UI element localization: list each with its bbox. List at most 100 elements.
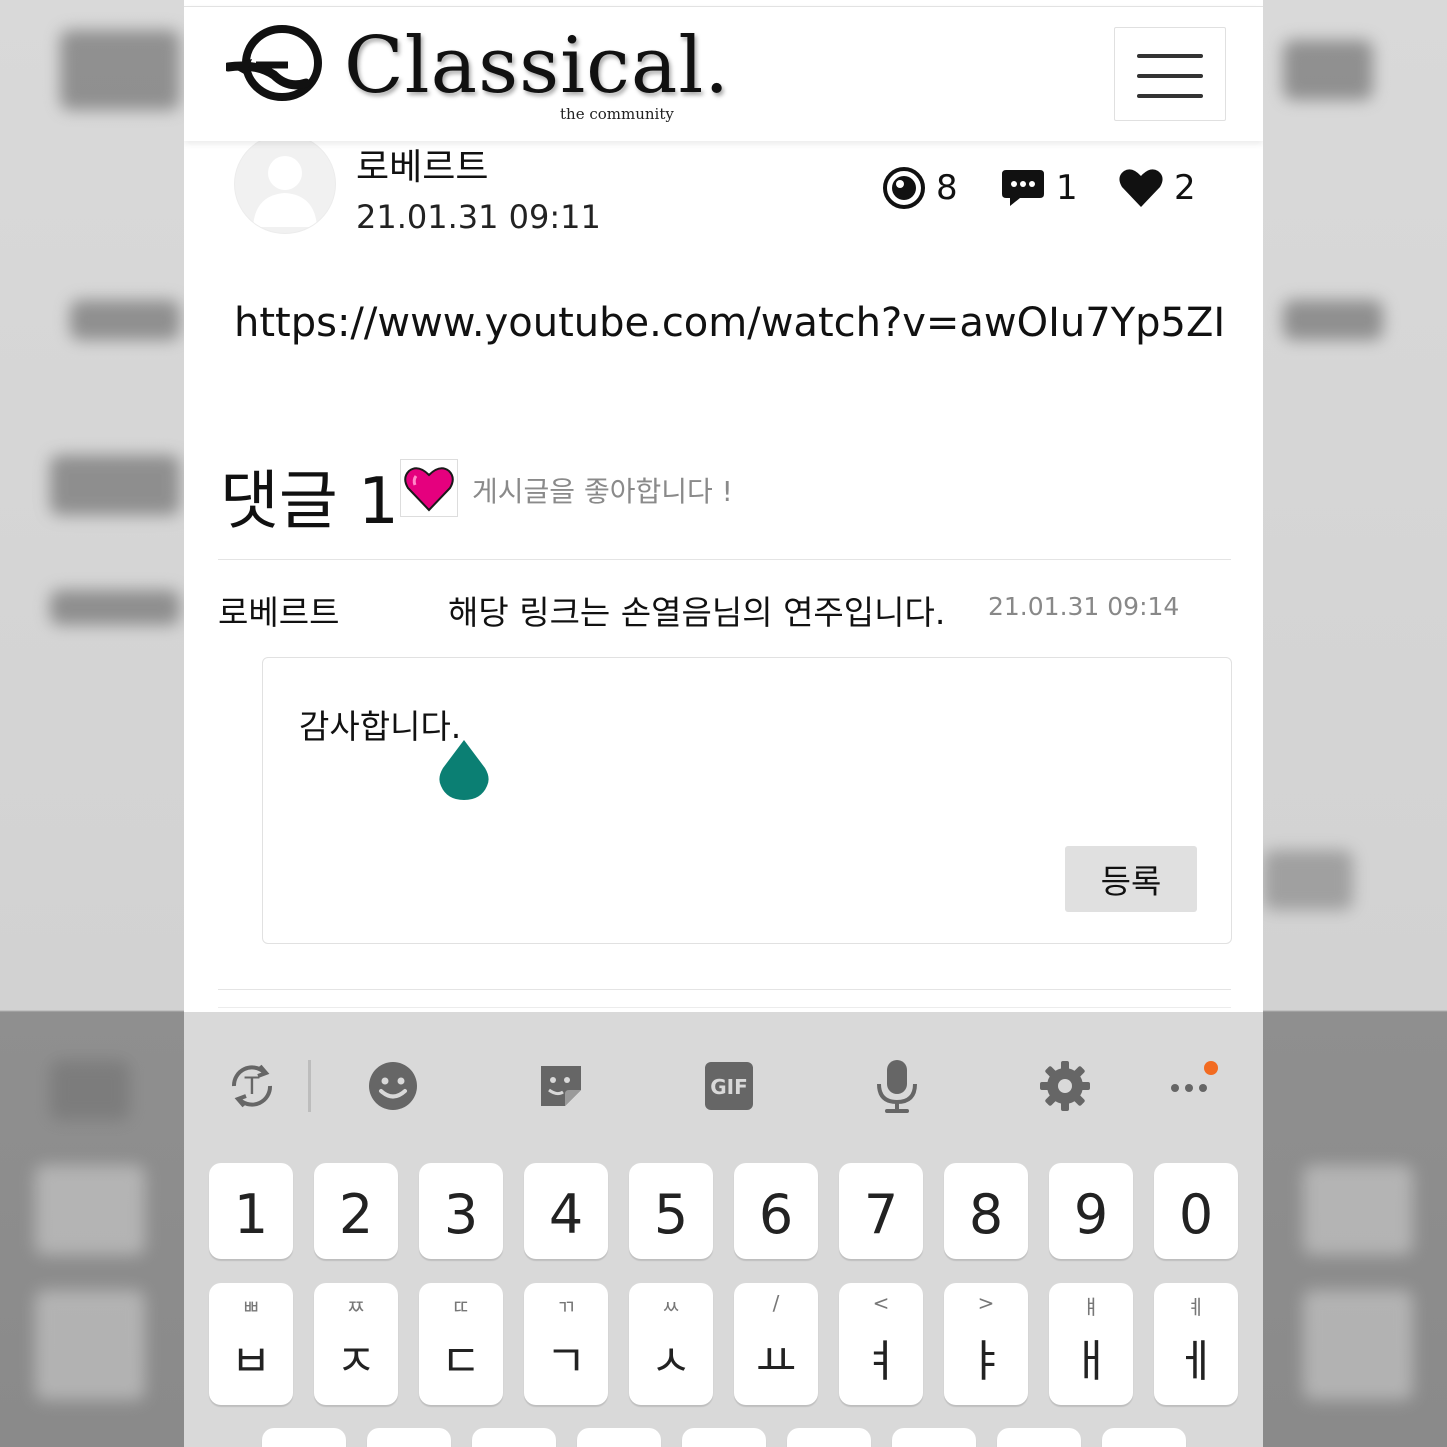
key-4[interactable]: 4 bbox=[524, 1163, 608, 1259]
keyboard-key[interactable] bbox=[997, 1428, 1081, 1447]
background-blur-left bbox=[0, 0, 184, 1447]
comment-text: 해당 링크는 손열음님의 연주입니다. bbox=[448, 593, 946, 632]
post-body-link[interactable]: https://www.youtube.com/watch?v=awOIu7Yp… bbox=[234, 300, 1225, 346]
key-label: 2 bbox=[338, 1183, 374, 1246]
key-ㅂ[interactable]: ㅃㅂ bbox=[209, 1283, 293, 1405]
more-icon[interactable] bbox=[1163, 1058, 1219, 1114]
sticker-icon[interactable] bbox=[533, 1058, 589, 1114]
keyboard-key[interactable] bbox=[577, 1428, 661, 1447]
key-secondary-label: ㄲ bbox=[556, 1295, 576, 1319]
key-ㅛ[interactable]: / ㅛ bbox=[734, 1283, 818, 1405]
key-label: 1 bbox=[233, 1183, 269, 1246]
phone-screen: Classical. the community 로베르트 21.01.31 0… bbox=[184, 0, 1263, 1447]
key-ㅔ[interactable]: ㅖㅔ bbox=[1154, 1283, 1238, 1405]
hamburger-menu-button[interactable] bbox=[1114, 27, 1226, 121]
keyboard-key[interactable] bbox=[682, 1428, 766, 1447]
key-3[interactable]: 3 bbox=[419, 1163, 503, 1259]
comment-author[interactable]: 로베르트 bbox=[218, 586, 339, 634]
key-ㅕ[interactable]: < ㅕ bbox=[839, 1283, 923, 1405]
key-0[interactable]: 0 bbox=[1154, 1163, 1238, 1259]
key-secondary-label: ㅆ bbox=[661, 1295, 681, 1319]
emoji-icon[interactable] bbox=[365, 1058, 421, 1114]
menu-bar-icon bbox=[1137, 74, 1203, 78]
eye-icon bbox=[883, 167, 925, 209]
settings-icon[interactable] bbox=[1037, 1058, 1093, 1114]
key-label: 0 bbox=[1178, 1183, 1214, 1246]
key-label: ㅂ bbox=[230, 1336, 272, 1387]
site-header: Classical. the community bbox=[184, 6, 1263, 141]
like-prompt[interactable]: 게시글을 좋아합니다 ! bbox=[472, 470, 733, 510]
key-label: 8 bbox=[968, 1183, 1004, 1246]
key-secondary-label: > bbox=[977, 1291, 995, 1315]
post-timestamp: 21.01.31 09:11 bbox=[356, 198, 601, 236]
reply-input[interactable]: 감사합니다. 등록 bbox=[262, 657, 1232, 944]
comment-timestamp: 21.01.31 09:14 bbox=[988, 592, 1180, 621]
key-label: ㅛ bbox=[755, 1336, 797, 1387]
user-silhouette-icon bbox=[253, 156, 317, 227]
key-6[interactable]: 6 bbox=[734, 1163, 818, 1259]
key-label: 3 bbox=[443, 1183, 479, 1246]
divider bbox=[218, 559, 1231, 560]
logo-icon[interactable] bbox=[226, 23, 324, 109]
likes-count: 2 bbox=[1174, 168, 1196, 208]
key-ㄱ[interactable]: ㄲㄱ bbox=[524, 1283, 608, 1405]
key-5[interactable]: 5 bbox=[629, 1163, 713, 1259]
heart-icon bbox=[1119, 169, 1163, 207]
like-post-button[interactable] bbox=[400, 459, 458, 517]
key-2[interactable]: 2 bbox=[314, 1163, 398, 1259]
key-label: ㅕ bbox=[860, 1336, 902, 1387]
key-label: 5 bbox=[653, 1183, 689, 1246]
key-secondary-label: ㅖ bbox=[1186, 1295, 1206, 1319]
key-label: ㅔ bbox=[1175, 1336, 1217, 1387]
key-ㄷ[interactable]: ㄸㄷ bbox=[419, 1283, 503, 1405]
views-count: 8 bbox=[936, 168, 958, 208]
likes-stat[interactable]: 2 bbox=[1118, 166, 1196, 210]
key-ㅐ[interactable]: ㅒㅐ bbox=[1049, 1283, 1133, 1405]
text-cursor-handle-icon[interactable] bbox=[437, 738, 491, 802]
key-label: 4 bbox=[548, 1183, 584, 1246]
microphone-icon[interactable] bbox=[869, 1058, 925, 1114]
key-label: ㄷ bbox=[440, 1336, 482, 1387]
svg-text:GIF: GIF bbox=[710, 1075, 748, 1099]
svg-text:T: T bbox=[244, 1072, 260, 1100]
key-secondary-label: ㅃ bbox=[241, 1295, 261, 1319]
background-blur-right bbox=[1263, 0, 1447, 1447]
key-secondary-label: / bbox=[772, 1291, 780, 1315]
key-8[interactable]: 8 bbox=[944, 1163, 1028, 1259]
key-7[interactable]: 7 bbox=[839, 1163, 923, 1259]
keyboard-key[interactable] bbox=[892, 1428, 976, 1447]
key-ㅑ[interactable]: > ㅑ bbox=[944, 1283, 1028, 1405]
avatar[interactable] bbox=[234, 134, 336, 234]
comments-title: 댓글 1 bbox=[220, 465, 399, 539]
gif-icon[interactable]: GIF bbox=[701, 1058, 757, 1114]
translate-icon[interactable]: T bbox=[224, 1058, 280, 1114]
key-label: ㅑ bbox=[965, 1336, 1007, 1387]
key-label: ㅅ bbox=[650, 1336, 692, 1387]
post-author[interactable]: 로베르트 bbox=[356, 138, 488, 190]
keyboard-key[interactable] bbox=[472, 1428, 556, 1447]
keyboard-key[interactable] bbox=[262, 1428, 346, 1447]
keyboard-key[interactable] bbox=[1102, 1428, 1186, 1447]
key-9[interactable]: 9 bbox=[1049, 1163, 1133, 1259]
comment-bubble-icon bbox=[1002, 170, 1044, 206]
key-label: ㄱ bbox=[545, 1336, 587, 1387]
keyboard-key[interactable] bbox=[367, 1428, 451, 1447]
submit-reply-button[interactable]: 등록 bbox=[1065, 846, 1197, 912]
keyboard-key[interactable] bbox=[787, 1428, 871, 1447]
key-secondary-label: ㅉ bbox=[346, 1295, 366, 1319]
key-secondary-label: ㄸ bbox=[451, 1295, 471, 1319]
key-label: 7 bbox=[863, 1183, 899, 1246]
comments-stat: 1 bbox=[1000, 166, 1078, 210]
comments-count: 1 bbox=[1056, 168, 1078, 208]
divider bbox=[218, 989, 1231, 990]
key-label: ㅐ bbox=[1070, 1336, 1112, 1387]
menu-bar-icon bbox=[1137, 94, 1203, 98]
key-ㅅ[interactable]: ㅆㅅ bbox=[629, 1283, 713, 1405]
key-ㅈ[interactable]: ㅉㅈ bbox=[314, 1283, 398, 1405]
logo-title[interactable]: Classical. bbox=[344, 21, 730, 111]
views-stat: 8 bbox=[882, 166, 958, 210]
pink-heart-icon bbox=[404, 467, 454, 512]
key-1[interactable]: 1 bbox=[209, 1163, 293, 1259]
logo-subtitle: the community bbox=[560, 105, 674, 123]
virtual-keyboard: T GIF 1 2 3 4 5 6 7 8 9 0 ㅃ ㅂ ㅉ ㅈ ㄸ ㄷ ㄲ … bbox=[184, 1012, 1263, 1447]
